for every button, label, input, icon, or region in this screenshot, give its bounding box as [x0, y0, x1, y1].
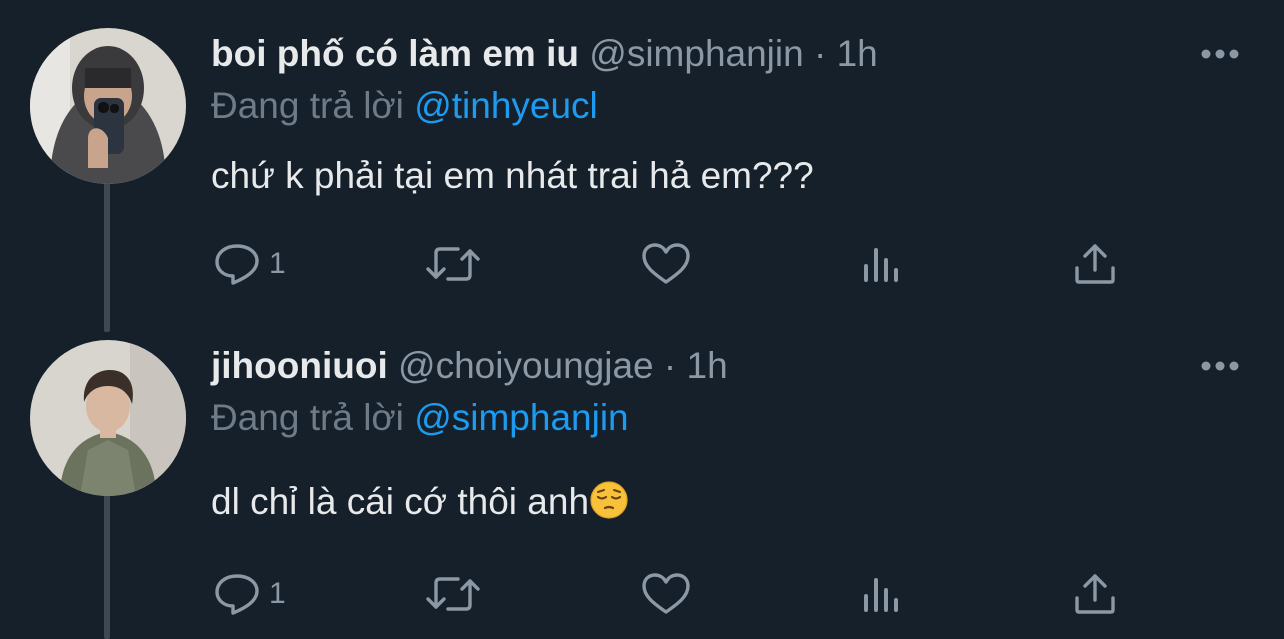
retweet-button[interactable]: [425, 574, 481, 614]
share-button[interactable]: [1073, 242, 1117, 286]
share-upload-icon: [1075, 574, 1115, 614]
more-horizontal-icon[interactable]: [1200, 354, 1240, 378]
separator-dot: ·: [663, 345, 677, 386]
replying-to-label: Đang trả lời: [211, 85, 404, 126]
reply-count: 1: [269, 577, 286, 610]
reply-button[interactable]: 1: [213, 572, 286, 616]
retweet-icon: [426, 247, 480, 281]
replying-to-handle[interactable]: @tinhyeucl: [414, 85, 598, 126]
tweet-header: jihooniuoi @choiyoungjae · 1h: [211, 344, 728, 388]
views-button[interactable]: [860, 574, 904, 614]
avatar[interactable]: [30, 340, 186, 496]
user-handle[interactable]: @choiyoungjae: [398, 345, 654, 386]
heart-icon: [642, 243, 690, 284]
avatar[interactable]: [30, 28, 186, 184]
more-horizontal-icon[interactable]: [1200, 42, 1240, 66]
reply-button[interactable]: 1: [213, 242, 286, 286]
reply-bubble-icon: [215, 574, 259, 615]
retweet-icon: [426, 577, 480, 611]
tweet-text: chứ k phải tại em nhát trai hả em???: [211, 155, 814, 196]
tweet[interactable]: boi phố có làm em iu @simphanjin · 1h Đa…: [0, 0, 1284, 330]
retweet-button[interactable]: [425, 244, 481, 284]
share-upload-icon: [1075, 244, 1115, 284]
reply-count: 1: [269, 247, 286, 280]
display-name[interactable]: boi phố có làm em iu: [211, 33, 579, 74]
views-button[interactable]: [860, 244, 904, 284]
replying-to: Đang trả lời @tinhyeucl: [211, 84, 598, 128]
replying-to-label: Đang trả lời: [211, 397, 404, 438]
bar-chart-icon: [864, 578, 898, 612]
replying-to: Đang trả lời @simphanjin: [211, 396, 629, 440]
like-button[interactable]: [641, 572, 691, 616]
heart-icon: [642, 573, 690, 614]
pensive-face-emoji: [590, 481, 628, 519]
timestamp[interactable]: 1h: [687, 345, 728, 386]
separator-dot: ·: [813, 33, 827, 74]
replying-to-handle[interactable]: @simphanjin: [414, 397, 628, 438]
like-button[interactable]: [641, 242, 691, 286]
tweet-text-content: dl chỉ là cái cớ thôi anh: [211, 481, 590, 522]
tweet-header: boi phố có làm em iu @simphanjin · 1h: [211, 32, 878, 76]
tweet-text: dl chỉ là cái cớ thôi anh: [211, 480, 629, 524]
timestamp[interactable]: 1h: [837, 33, 878, 74]
display-name[interactable]: jihooniuoi: [211, 345, 388, 386]
reply-bubble-icon: [215, 244, 259, 285]
share-button[interactable]: [1073, 572, 1117, 616]
user-handle[interactable]: @simphanjin: [589, 33, 803, 74]
avatar-image: [30, 340, 186, 496]
tweet[interactable]: jihooniuoi @choiyoungjae · 1h Đang trả l…: [0, 330, 1284, 639]
avatar-image: [30, 28, 186, 184]
bar-chart-icon: [864, 248, 898, 282]
